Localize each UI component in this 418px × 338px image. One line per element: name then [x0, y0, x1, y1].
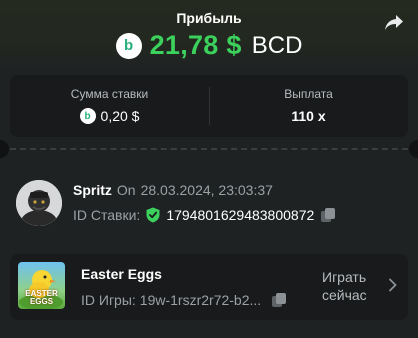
- bet-id-value: 1794801629483800872: [166, 207, 315, 223]
- bet-amount-value: 0,20 $: [100, 108, 140, 124]
- player-line: Spritz On 28.03.2024, 23:03:37: [73, 182, 273, 198]
- avatar[interactable]: [16, 180, 62, 226]
- game-id-label: ID Игры:: [81, 292, 136, 308]
- game-thumbnail[interactable]: EASTER EGGS: [18, 262, 65, 309]
- player-info: Spritz On 28.03.2024, 23:03:37 ID Ставки…: [16, 180, 406, 230]
- chevron-right-icon[interactable]: [388, 278, 398, 292]
- on-label: On: [116, 182, 136, 198]
- payout-label: Выплата: [284, 87, 333, 101]
- dashed-separator: [0, 148, 418, 150]
- payout-value: 110 x: [291, 108, 326, 124]
- share-arrow-icon[interactable]: [384, 14, 404, 32]
- bet-stats-panel: Сумма ставки b 0,20 $ Выплата 110 x: [10, 75, 408, 137]
- profit-title: Прибыль: [176, 10, 242, 26]
- thumbnail-text: EASTER EGGS: [25, 289, 58, 306]
- copy-icon[interactable]: [320, 207, 336, 223]
- profit-value: 21,78 $: [149, 30, 242, 60]
- game-id-value: 19w-1rszr2r72-b2...: [139, 292, 262, 308]
- profit-header: Прибыль b 21,78 $ BCD: [0, 0, 418, 70]
- copy-icon[interactable]: [271, 292, 287, 308]
- payout-stat: Выплата 110 x: [209, 75, 408, 137]
- profit-currency: BCD: [251, 31, 303, 59]
- profit-row: b 21,78 $ BCD: [0, 30, 418, 61]
- bcd-coin-icon: b: [79, 108, 96, 124]
- bet-id-row: ID Ставки: 1794801629483800872: [73, 207, 336, 223]
- bet-datetime: 28.03.2024, 23:03:37: [140, 182, 273, 198]
- payout-value-row: 110 x: [209, 108, 408, 124]
- bet-amount-value-row: b 0,20 $: [10, 108, 209, 124]
- bet-amount-stat: Сумма ставки b 0,20 $: [10, 75, 209, 137]
- ticket-notch-right: [409, 140, 418, 158]
- game-card[interactable]: EASTER EGGS Easter Eggs ID Игры: 19w-1rs…: [10, 254, 408, 320]
- ticket-notch-left: [0, 140, 9, 158]
- verified-shield-icon: [146, 207, 160, 223]
- bcd-coin-icon: b: [115, 32, 142, 59]
- player-name[interactable]: Spritz: [73, 182, 112, 198]
- game-title[interactable]: Easter Eggs: [81, 266, 162, 282]
- game-id-row: ID Игры: 19w-1rszr2r72-b2...: [81, 292, 287, 308]
- bet-id-label: ID Ставки:: [73, 207, 141, 223]
- bet-amount-label: Сумма ставки: [70, 87, 149, 101]
